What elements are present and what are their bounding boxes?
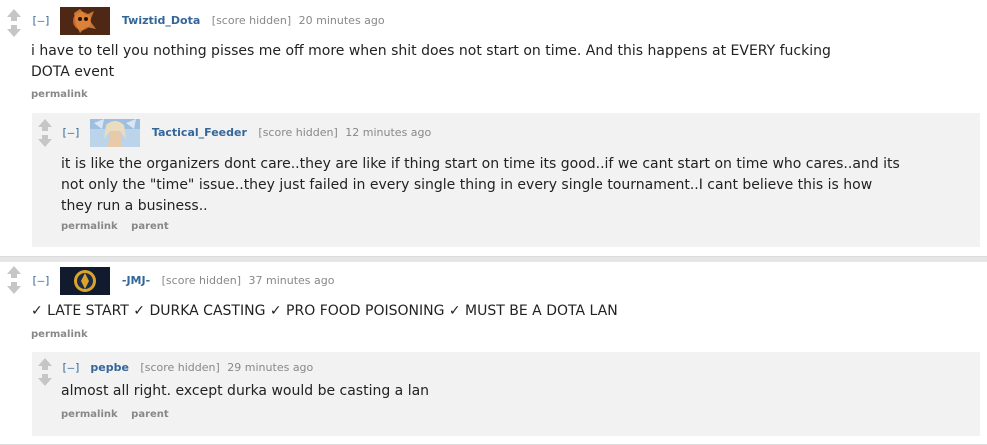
comment-author[interactable]: Tactical_Feeder [152, 126, 247, 139]
jmj-avatar-icon [60, 267, 111, 295]
permalink-link[interactable]: permalink [61, 221, 118, 232]
downvote-arrow-icon[interactable] [6, 282, 22, 294]
vote-buttons [37, 119, 53, 147]
vote-buttons [37, 358, 53, 386]
user-avatar [90, 119, 141, 147]
permalink-link[interactable]: permalink [31, 89, 88, 100]
upvote-arrow-icon[interactable] [37, 358, 53, 370]
comment-author[interactable]: pepbe [90, 361, 129, 374]
twiztid-dota-avatar-icon [60, 7, 111, 35]
permalink-link[interactable]: permalink [61, 409, 118, 420]
comment: [–] -JMJ- [score hidden] 37 minutes ago … [0, 262, 987, 444]
comment-tagline: [–] -JMJ- [score hidden] 37 minutes ago [31, 267, 335, 295]
comment-body: almost all right. except durka would be … [61, 383, 430, 399]
reply-comment: [–] Tactical_Feeder [score hidden] 12 mi… [32, 113, 980, 247]
parent-link[interactable]: parent [131, 409, 169, 420]
upvote-arrow-icon[interactable] [6, 9, 22, 21]
upvote-arrow-icon[interactable] [37, 119, 53, 131]
comment-score: [score hidden] [211, 14, 292, 27]
comment-actions: permalink [31, 329, 98, 340]
vote-buttons [6, 9, 22, 37]
comment-author[interactable]: Twiztid_Dota [122, 14, 200, 27]
reply-comment: [–] pepbe [score hidden] 29 minutes ago … [32, 352, 980, 436]
comment-body: ✓ LATE START ✓ DURKA CASTING ✓ PRO FOOD … [31, 303, 618, 319]
tactical-feeder-avatar-icon [90, 119, 141, 147]
comment-timestamp: 29 minutes ago [227, 361, 314, 374]
comment-thread: [–] Twiztid_Dota [score hidden] 20 minut… [0, 0, 987, 257]
comment: [–] Twiztid_Dota [score hidden] 20 minut… [0, 0, 987, 256]
comment-score: [score hidden] [258, 126, 338, 139]
comment-score: [score hidden] [140, 361, 220, 374]
comment-score: [score hidden] [161, 274, 242, 287]
user-avatar [60, 7, 111, 35]
downvote-arrow-icon[interactable] [6, 25, 22, 37]
comment-timestamp: 12 minutes ago [345, 126, 432, 139]
vote-buttons [6, 266, 22, 294]
permalink-link[interactable]: permalink [31, 329, 88, 340]
comment-body: i have to tell you nothing pisses me off… [31, 43, 831, 80]
comment-author[interactable]: -JMJ- [122, 274, 150, 287]
collapse-toggle[interactable]: [–] [31, 274, 51, 287]
upvote-arrow-icon[interactable] [6, 266, 22, 278]
collapse-toggle[interactable]: [–] [31, 14, 51, 27]
comment-actions: permalink parent [61, 409, 179, 420]
user-avatar [60, 267, 111, 295]
comment-timestamp: 37 minutes ago [248, 274, 335, 287]
comment-tagline: [–] Tactical_Feeder [score hidden] 12 mi… [61, 119, 431, 147]
comment-actions: permalink [31, 89, 98, 100]
comment-actions: permalink parent [61, 221, 179, 232]
downvote-arrow-icon[interactable] [37, 135, 53, 147]
parent-link[interactable]: parent [131, 221, 169, 232]
collapse-toggle[interactable]: [–] [61, 361, 81, 374]
collapse-toggle[interactable]: [–] [61, 126, 81, 139]
comment-timestamp: 20 minutes ago [298, 14, 385, 27]
comment-tagline: [–] pepbe [score hidden] 29 minutes ago [61, 360, 313, 376]
downvote-arrow-icon[interactable] [37, 374, 53, 386]
comment-body: it is like the organizers dont care..the… [61, 156, 900, 214]
comment-tagline: [–] Twiztid_Dota [score hidden] 20 minut… [31, 7, 385, 35]
comment-thread: [–] -JMJ- [score hidden] 37 minutes ago … [0, 262, 987, 445]
